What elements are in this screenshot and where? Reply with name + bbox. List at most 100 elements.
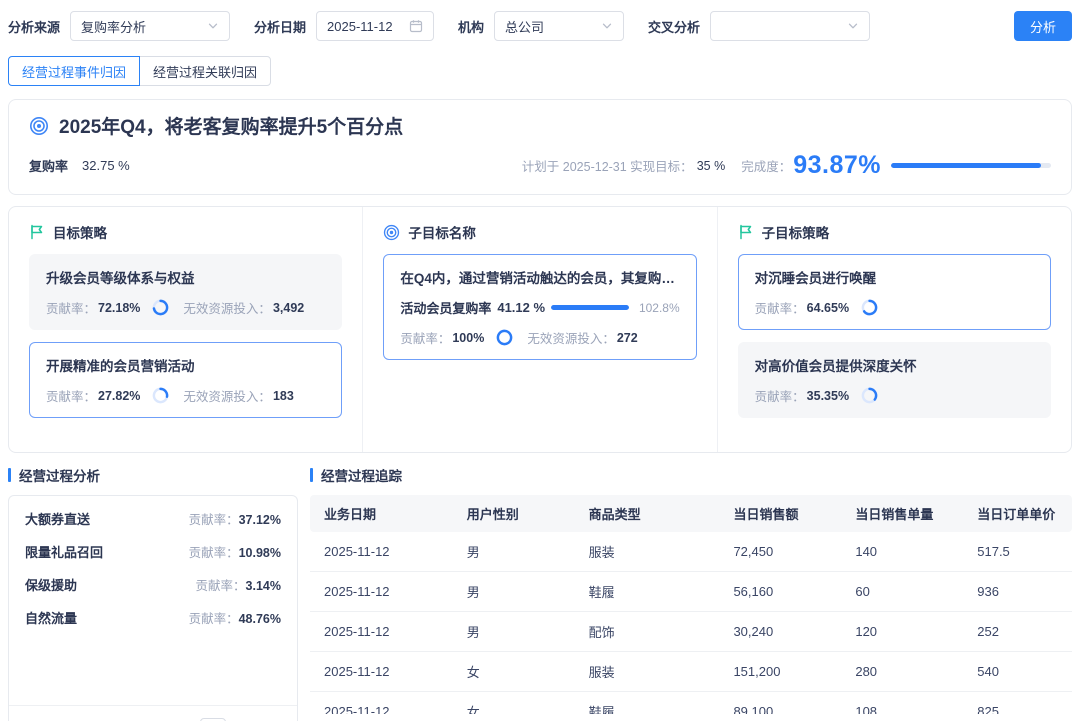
process-analysis-panel: 经营过程分析 大额券直送 贡献率：37.12% 限量礼品召回 贡献率：10.98… [8,465,298,721]
col-avg-order-price: 当日订单单价 [965,495,1072,532]
goal-metric-value: 32.75 % [82,158,130,173]
contrib-donut [496,329,513,346]
substrategy-card-wake-dormant[interactable]: 对沉睡会员进行唤醒 贡献率： 64.65% [738,254,1051,330]
contrib-label: 贡献率： [46,386,96,405]
substrategy-name: 对高价值会员提供深度关怀 [755,355,1034,375]
filter-bar: 分析来源 复购率分析 分析日期 2025-11-12 机构 总公司 交叉分析 分… [8,11,1072,41]
table-row: 2025-11-12男服装72,450140517.5 [310,532,1072,572]
bottom-section: 经营过程分析 大额券直送 贡献率：37.12% 限量礼品召回 贡献率：10.98… [8,465,1072,721]
chevron-down-icon [207,20,219,32]
waste-label: 无效资源投入： [183,386,271,405]
plan-target: 35 % [697,159,726,173]
column-subgoal: 子目标名称 在Q4内，通过营销活动触达的会员，其复购率提升... 活动会员复购率… [362,207,716,452]
waste-value: 272 [617,331,638,345]
flag-icon [738,224,754,240]
subgoal-name: 在Q4内，通过营销活动触达的会员，其复购率提升... [400,267,679,287]
process-tracking-title: 经营过程追踪 [321,465,402,485]
source-label: 分析来源 [8,17,60,36]
column-title: 子目标名称 [408,222,476,242]
analyze-button[interactable]: 分析 [1014,11,1072,41]
section-accent-bar [310,468,313,482]
date-picker[interactable]: 2025-11-12 [316,11,434,41]
waste-value: 3,492 [273,301,304,315]
col-daily-orders: 当日销售单量 [843,495,965,532]
goal-metric-label: 复购率 [29,156,68,175]
col-business-date: 业务日期 [310,495,455,532]
col-product-type: 商品类型 [577,495,722,532]
table-row: 2025-11-12女服装151,200280540 [310,652,1072,692]
column-title: 子目标策略 [762,222,830,242]
date-label: 分析日期 [254,17,306,36]
subgoal-progressbar [551,305,629,310]
contrib-donut [861,387,878,404]
contrib-donut [861,299,878,316]
strategy-columns: 目标策略 升级会员等级体系与权益 贡献率： 72.18% 无效资源投入： 3,4… [8,206,1072,453]
subgoal-metric-value: 41.12 % [497,300,545,315]
attribution-tabs: 经营过程事件归因 经营过程关联归因 [8,56,1072,86]
dashboard: 分析来源 复购率分析 分析日期 2025-11-12 机构 总公司 交叉分析 分… [0,11,1080,721]
contrib-donut [152,387,169,404]
contrib-value: 35.35% [807,389,849,403]
completion-progressbar [891,163,1051,168]
analysis-item-gift-recall[interactable]: 限量礼品召回 贡献率：10.98% [9,535,297,568]
contrib-donut [152,299,169,316]
cross-label: 交叉分析 [648,17,700,36]
bullseye-icon [29,116,49,136]
flag-icon [29,224,45,240]
bullseye-icon [383,224,400,241]
analysis-item-coupon[interactable]: 大额券直送 贡献率：37.12% [9,502,297,535]
org-select[interactable]: 总公司 [494,11,624,41]
tracking-table: 业务日期 用户性别 商品类型 当日销售额 当日销售单量 当日订单单价 2025-… [310,495,1072,717]
analysis-item-organic-traffic[interactable]: 自然流量 贡献率：48.76% [9,601,297,634]
col-user-gender: 用户性别 [455,495,577,532]
strategy-name: 开展精准的会员营销活动 [46,355,325,375]
date-value: 2025-11-12 [327,19,393,34]
org-value: 总公司 [505,17,544,36]
column-substrategy: 子目标策略 对沉睡会员进行唤醒 贡献率： 64.65% 对高价值会员提供深度关怀… [717,207,1071,452]
column-goal-strategy: 目标策略 升级会员等级体系与权益 贡献率： 72.18% 无效资源投入： 3,4… [9,207,362,452]
col-daily-sales: 当日销售额 [721,495,843,532]
cross-analysis-select[interactable] [710,11,870,41]
strategy-name: 升级会员等级体系与权益 [46,267,325,287]
chevron-down-icon [601,20,613,32]
contrib-label: 贡献率： [755,386,805,405]
completion-value: 93.87% [793,151,881,180]
analysis-pagination: 共 4 条数据，每页 10 条 ‹ 1 / 1 › [9,705,297,721]
plan-text: 计划于 2025-12-31 实现目标： [522,156,693,175]
waste-value: 183 [273,389,294,403]
org-label: 机构 [458,17,484,36]
chevron-down-icon [847,20,859,32]
table-row: 2025-11-12男鞋履56,16060936 [310,572,1072,612]
tracking-pagination: 共 25 条数据 ‹ 1 2 › 20条/页 跳至 页 [310,714,1072,721]
waste-label: 无效资源投入： [527,328,615,347]
contrib-label: 贡献率： [755,298,805,317]
substrategy-name: 对沉睡会员进行唤醒 [755,267,1034,287]
process-tracking-panel: 经营过程追踪 业务日期 用户性别 商品类型 当日销售额 当日销售单量 当日订单单… [310,465,1072,721]
section-accent-bar [8,468,11,482]
tab-event-attribution[interactable]: 经营过程事件归因 [8,56,140,86]
table-header-row: 业务日期 用户性别 商品类型 当日销售额 当日销售单量 当日订单单价 [310,495,1072,532]
contrib-label: 贡献率： [46,298,96,317]
subgoal-progress-label: 102.8% [639,301,680,315]
strategy-card-precise-marketing[interactable]: 开展精准的会员营销活动 贡献率： 27.82% 无效资源投入： 183 [29,342,342,418]
column-title: 目标策略 [53,222,107,242]
waste-label: 无效资源投入： [183,298,271,317]
table-row: 2025-11-12男配饰30,240120252 [310,612,1072,652]
analysis-item-tier-protection[interactable]: 保级援助 贡献率：3.14% [9,568,297,601]
source-value: 复购率分析 [81,17,146,36]
substrategy-card-high-value-care[interactable]: 对高价值会员提供深度关怀 贡献率： 35.35% [738,342,1051,418]
goal-card: 2025年Q4，将老客复购率提升5个百分点 复购率 32.75 % 计划于 20… [8,99,1072,195]
contrib-value: 27.82% [98,389,140,403]
tab-relation-attribution[interactable]: 经营过程关联归因 [139,56,271,86]
goal-title: 2025年Q4，将老客复购率提升5个百分点 [59,112,403,139]
calendar-icon [409,19,423,33]
contrib-value: 100% [452,331,484,345]
completion-label: 完成度： [741,156,791,175]
subgoal-metric-label: 活动会员复购率 [400,298,491,317]
contrib-value: 72.18% [98,301,140,315]
contrib-value: 64.65% [807,301,849,315]
strategy-card-upgrade-membership[interactable]: 升级会员等级体系与权益 贡献率： 72.18% 无效资源投入： 3,492 [29,254,342,330]
source-select[interactable]: 复购率分析 [70,11,230,41]
process-analysis-title: 经营过程分析 [19,465,100,485]
subgoal-card[interactable]: 在Q4内，通过营销活动触达的会员，其复购率提升... 活动会员复购率 41.12… [383,254,696,360]
